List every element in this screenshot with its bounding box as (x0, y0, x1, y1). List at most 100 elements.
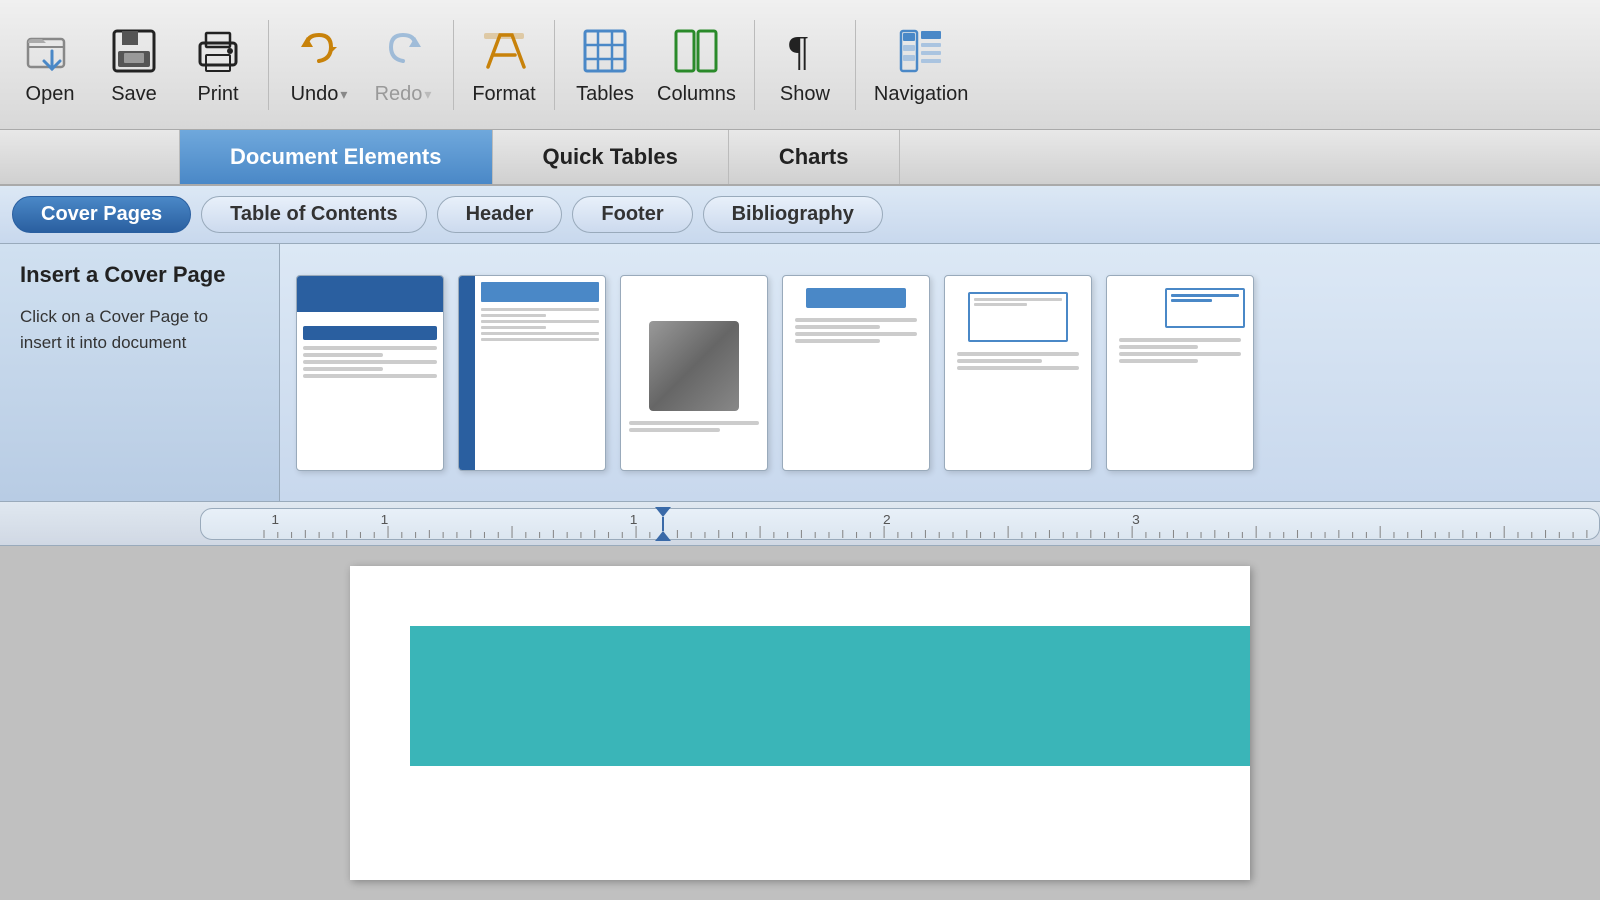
cover-thumbnails (280, 244, 1270, 501)
show-label: Show (780, 83, 830, 106)
navigation-button[interactable]: Navigation (866, 10, 977, 120)
thumb6-inner1 (1171, 294, 1239, 297)
thumb3-image (649, 321, 739, 411)
thumb3-line2 (629, 428, 720, 432)
sub-tab-footer[interactable]: Footer (572, 196, 692, 233)
tables-icon (577, 23, 633, 79)
save-label: Save (111, 83, 157, 106)
open-icon (22, 23, 78, 79)
columns-button[interactable]: Columns (649, 10, 744, 120)
columns-icon (668, 23, 724, 79)
redo-label: Redo (375, 83, 423, 106)
thumb2-line4 (481, 326, 546, 329)
thumb6-line2 (1119, 345, 1198, 349)
thumb5-box (968, 292, 1068, 342)
redo-button[interactable]: Redo ▾ (363, 10, 443, 120)
thumb6-lines (1115, 338, 1245, 366)
thumb1-body (297, 312, 443, 470)
cover-thumb-3[interactable] (620, 275, 768, 471)
svg-text:3: 3 (1132, 512, 1140, 527)
cover-section-body: Click on a Cover Page to insert it into … (20, 304, 259, 355)
svg-text:2: 2 (883, 512, 891, 527)
thumb4-line3 (795, 332, 917, 336)
svg-text:1: 1 (271, 512, 279, 527)
cover-thumb-1[interactable] (296, 275, 444, 471)
show-icon: ¶ (777, 23, 833, 79)
thumb4-lines (791, 318, 921, 346)
cover-thumb-2[interactable] (458, 275, 606, 471)
sub-tab-bibliography[interactable]: Bibliography (703, 196, 883, 233)
columns-label: Columns (657, 83, 736, 106)
cover-thumb-6[interactable] (1106, 275, 1254, 471)
print-button[interactable]: Print (178, 10, 258, 120)
tab-quick-tables[interactable]: Quick Tables (493, 130, 729, 184)
thumb2-line2 (481, 314, 546, 317)
ruler-marker-top (655, 507, 671, 517)
ruler-marker-bottom (655, 531, 671, 541)
document-teal-bar (410, 626, 1250, 766)
save-button[interactable]: Save (94, 10, 174, 120)
sub-tab-table-of-contents[interactable]: Table of Contents (201, 196, 426, 233)
svg-text:1: 1 (630, 512, 638, 527)
navigation-icon (893, 23, 949, 79)
thumb6-line3 (1119, 352, 1241, 356)
format-label: Format (472, 83, 535, 106)
thumb5-lines (953, 352, 1083, 373)
tab-charts[interactable]: Charts (729, 130, 900, 184)
thumb1-blue-bar (303, 326, 437, 340)
thumb3-lines (621, 421, 767, 435)
divider-3 (554, 20, 555, 110)
print-icon (190, 23, 246, 79)
navigation-label: Navigation (874, 83, 969, 106)
cover-thumb-5[interactable] (944, 275, 1092, 471)
thumb3-line1 (629, 421, 759, 425)
undo-icon (291, 23, 347, 79)
show-button[interactable]: ¶ Show (765, 10, 845, 120)
print-label: Print (197, 83, 238, 106)
ribbon-tab-spacer (0, 130, 180, 184)
svg-text:1: 1 (381, 512, 389, 527)
cover-section-title: Insert a Cover Page (20, 262, 259, 288)
sub-tab-cover-pages[interactable]: Cover Pages (12, 196, 191, 233)
document-page (350, 566, 1250, 880)
thumb1-line3 (303, 360, 437, 364)
sub-tab-header[interactable]: Header (437, 196, 563, 233)
thumb2-line1 (481, 308, 599, 311)
thumb1-header (297, 276, 443, 312)
ruler-marker-stem (662, 517, 664, 531)
open-button[interactable]: Open (10, 10, 90, 120)
thumb4-line1 (795, 318, 917, 322)
document-area (0, 546, 1600, 900)
thumb1-line1 (303, 346, 437, 350)
tables-button[interactable]: Tables (565, 10, 645, 120)
thumb2-line3 (481, 320, 599, 323)
cover-description: Insert a Cover Page Click on a Cover Pag… (0, 244, 280, 501)
ruler-track: 1 1 1 2 3 (200, 508, 1600, 540)
toolbar: Open Save Print (0, 0, 1600, 130)
cover-thumb-4[interactable] (782, 275, 930, 471)
thumb6-box (1165, 288, 1245, 328)
thumb4-line4 (795, 339, 880, 343)
thumb1-line5 (303, 374, 437, 378)
tables-label: Tables (576, 83, 634, 106)
thumb3-img-inner (649, 321, 739, 411)
format-button[interactable]: Format (464, 10, 544, 120)
undo-button[interactable]: Undo ▾ (279, 10, 359, 120)
tab-document-elements[interactable]: Document Elements (180, 130, 493, 184)
ruler-container: 1 1 1 2 3 (0, 502, 1600, 546)
format-icon (476, 23, 532, 79)
svg-text:¶: ¶ (789, 29, 808, 75)
thumb6-line4 (1119, 359, 1198, 363)
thumb5-line2 (957, 359, 1042, 363)
thumb2-line6 (481, 338, 599, 341)
thumb2-line5 (481, 332, 599, 335)
redo-icon (375, 23, 431, 79)
thumb4-line2 (795, 325, 880, 329)
thumb2-body (475, 276, 605, 470)
thumb5-line1 (957, 352, 1079, 356)
thumb5-inner-line2 (974, 303, 1027, 306)
ruler-svg: 1 1 1 2 3 (211, 510, 1589, 538)
ruler-indent-marker[interactable] (655, 507, 671, 541)
thumb5-inner-line1 (974, 298, 1062, 301)
undo-label: Undo (291, 83, 339, 106)
